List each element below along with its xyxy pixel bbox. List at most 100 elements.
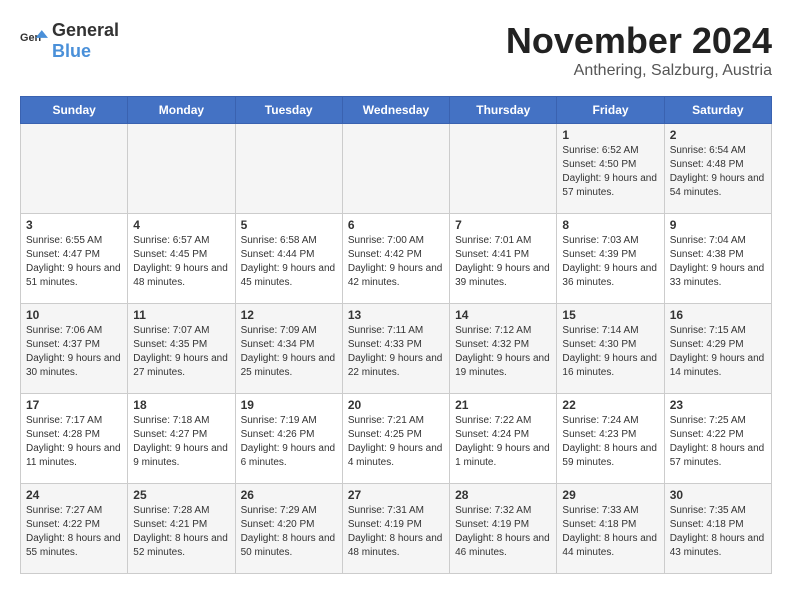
- day-number: 24: [26, 488, 122, 502]
- logo-blue: Blue: [52, 41, 91, 61]
- calendar-cell-w2d2: 12 Sunrise: 7:09 AM Sunset: 4:34 PM Dayli…: [235, 304, 342, 394]
- day-info: Sunrise: 7:06 AM Sunset: 4:37 PM Dayligh…: [26, 324, 122, 380]
- calendar-cell-w3d6: 23 Sunrise: 7:25 AM Sunset: 4:22 PM Dayli…: [664, 394, 771, 484]
- day-number: 11: [133, 308, 229, 322]
- column-header-wednesday: Wednesday: [342, 97, 449, 124]
- day-info: Sunrise: 7:01 AM Sunset: 4:41 PM Dayligh…: [455, 234, 551, 290]
- calendar-cell-w0d2: [235, 124, 342, 214]
- day-info: Sunrise: 7:24 AM Sunset: 4:23 PM Dayligh…: [562, 414, 658, 470]
- day-number: 22: [562, 398, 658, 412]
- day-number: 20: [348, 398, 444, 412]
- calendar-cell-w2d1: 11 Sunrise: 7:07 AM Sunset: 4:35 PM Dayli…: [128, 304, 235, 394]
- day-number: 7: [455, 218, 551, 232]
- day-number: 27: [348, 488, 444, 502]
- day-number: 1: [562, 128, 658, 142]
- day-info: Sunrise: 6:58 AM Sunset: 4:44 PM Dayligh…: [241, 234, 337, 290]
- calendar-cell-w1d5: 8 Sunrise: 7:03 AM Sunset: 4:39 PM Daylig…: [557, 214, 664, 304]
- title-area: November 2024 Anthering, Salzburg, Austr…: [506, 20, 772, 80]
- calendar-cell-w0d6: 2 Sunrise: 6:54 AM Sunset: 4:48 PM Daylig…: [664, 124, 771, 214]
- day-number: 18: [133, 398, 229, 412]
- column-header-thursday: Thursday: [450, 97, 557, 124]
- day-info: Sunrise: 7:35 AM Sunset: 4:18 PM Dayligh…: [670, 504, 766, 560]
- calendar-cell-w3d1: 18 Sunrise: 7:18 AM Sunset: 4:27 PM Dayli…: [128, 394, 235, 484]
- calendar-cell-w4d0: 24 Sunrise: 7:27 AM Sunset: 4:22 PM Dayli…: [21, 484, 128, 574]
- logo-icon: Gen: [20, 27, 48, 55]
- day-number: 6: [348, 218, 444, 232]
- logo-general: General: [52, 20, 119, 40]
- day-info: Sunrise: 7:18 AM Sunset: 4:27 PM Dayligh…: [133, 414, 229, 470]
- calendar-cell-w3d0: 17 Sunrise: 7:17 AM Sunset: 4:28 PM Dayli…: [21, 394, 128, 484]
- day-number: 19: [241, 398, 337, 412]
- day-info: Sunrise: 7:27 AM Sunset: 4:22 PM Dayligh…: [26, 504, 122, 560]
- day-info: Sunrise: 7:14 AM Sunset: 4:30 PM Dayligh…: [562, 324, 658, 380]
- day-info: Sunrise: 6:52 AM Sunset: 4:50 PM Dayligh…: [562, 144, 658, 200]
- day-info: Sunrise: 7:04 AM Sunset: 4:38 PM Dayligh…: [670, 234, 766, 290]
- day-number: 9: [670, 218, 766, 232]
- calendar-cell-w1d2: 5 Sunrise: 6:58 AM Sunset: 4:44 PM Daylig…: [235, 214, 342, 304]
- page-title: November 2024: [506, 20, 772, 62]
- day-number: 4: [133, 218, 229, 232]
- day-info: Sunrise: 7:25 AM Sunset: 4:22 PM Dayligh…: [670, 414, 766, 470]
- calendar-cell-w2d3: 13Sunrise: 7:11 AM Sunset: 4:33 PM Dayli…: [342, 304, 449, 394]
- day-number: 12: [241, 308, 337, 322]
- day-number: 23: [670, 398, 766, 412]
- calendar-cell-w3d5: 22 Sunrise: 7:24 AM Sunset: 4:23 PM Dayli…: [557, 394, 664, 484]
- calendar-cell-w2d6: 16 Sunrise: 7:15 AM Sunset: 4:29 PM Dayli…: [664, 304, 771, 394]
- calendar-cell-w1d1: 4 Sunrise: 6:57 AM Sunset: 4:45 PM Daylig…: [128, 214, 235, 304]
- calendar-cell-w0d1: [128, 124, 235, 214]
- day-number: 2: [670, 128, 766, 142]
- day-number: 25: [133, 488, 229, 502]
- calendar-cell-w2d4: 14Sunrise: 7:12 AM Sunset: 4:32 PM Dayli…: [450, 304, 557, 394]
- column-header-sunday: Sunday: [21, 97, 128, 124]
- calendar-cell-w3d2: 19 Sunrise: 7:19 AM Sunset: 4:26 PM Dayli…: [235, 394, 342, 484]
- day-info: Sunrise: 7:29 AM Sunset: 4:20 PM Dayligh…: [241, 504, 337, 560]
- day-number: 10: [26, 308, 122, 322]
- calendar-cell-w1d3: 6 Sunrise: 7:00 AM Sunset: 4:42 PM Daylig…: [342, 214, 449, 304]
- day-info: Sunrise: 7:19 AM Sunset: 4:26 PM Dayligh…: [241, 414, 337, 470]
- day-info: Sunrise: 7:15 AM Sunset: 4:29 PM Dayligh…: [670, 324, 766, 380]
- day-info: Sunrise: 7:00 AM Sunset: 4:42 PM Dayligh…: [348, 234, 444, 290]
- day-info: Sunrise: 7:22 AM Sunset: 4:24 PM Dayligh…: [455, 414, 551, 470]
- day-number: 21: [455, 398, 551, 412]
- day-info: Sunrise: 7:21 AM Sunset: 4:25 PM Dayligh…: [348, 414, 444, 470]
- day-info: Sunrise: 7:11 AM Sunset: 4:33 PM Dayligh…: [348, 324, 444, 380]
- column-header-monday: Monday: [128, 97, 235, 124]
- day-info: Sunrise: 6:57 AM Sunset: 4:45 PM Dayligh…: [133, 234, 229, 290]
- calendar-cell-w3d4: 21 Sunrise: 7:22 AM Sunset: 4:24 PM Dayli…: [450, 394, 557, 484]
- day-info: Sunrise: 6:55 AM Sunset: 4:47 PM Dayligh…: [26, 234, 122, 290]
- day-number: 30: [670, 488, 766, 502]
- day-info: Sunrise: 7:12 AM Sunset: 4:32 PM Dayligh…: [455, 324, 551, 380]
- calendar-cell-w2d0: 10 Sunrise: 7:06 AM Sunset: 4:37 PM Dayli…: [21, 304, 128, 394]
- calendar-cell-w4d2: 26 Sunrise: 7:29 AM Sunset: 4:20 PM Dayli…: [235, 484, 342, 574]
- day-number: 8: [562, 218, 658, 232]
- day-info: Sunrise: 7:09 AM Sunset: 4:34 PM Dayligh…: [241, 324, 337, 380]
- day-number: 3: [26, 218, 122, 232]
- calendar-table: SundayMondayTuesdayWednesdayThursdayFrid…: [20, 96, 772, 574]
- day-number: 29: [562, 488, 658, 502]
- day-info: Sunrise: 7:03 AM Sunset: 4:39 PM Dayligh…: [562, 234, 658, 290]
- calendar-cell-w2d5: 15 Sunrise: 7:14 AM Sunset: 4:30 PM Dayli…: [557, 304, 664, 394]
- header: Gen General Blue November 2024 Anthering…: [20, 20, 772, 80]
- day-info: Sunrise: 7:07 AM Sunset: 4:35 PM Dayligh…: [133, 324, 229, 380]
- day-info: Sunrise: 6:54 AM Sunset: 4:48 PM Dayligh…: [670, 144, 766, 200]
- day-number: 26: [241, 488, 337, 502]
- day-info: Sunrise: 7:17 AM Sunset: 4:28 PM Dayligh…: [26, 414, 122, 470]
- calendar-cell-w0d5: 1 Sunrise: 6:52 AM Sunset: 4:50 PM Daylig…: [557, 124, 664, 214]
- calendar-cell-w4d3: 27Sunrise: 7:31 AM Sunset: 4:19 PM Dayli…: [342, 484, 449, 574]
- calendar-cell-w4d4: 28 Sunrise: 7:32 AM Sunset: 4:19 PM Dayli…: [450, 484, 557, 574]
- day-number: 28: [455, 488, 551, 502]
- day-number: 17: [26, 398, 122, 412]
- day-info: Sunrise: 7:32 AM Sunset: 4:19 PM Dayligh…: [455, 504, 551, 560]
- day-number: 16: [670, 308, 766, 322]
- column-header-tuesday: Tuesday: [235, 97, 342, 124]
- svg-text:Gen: Gen: [20, 32, 41, 44]
- day-number: 5: [241, 218, 337, 232]
- day-number: 15: [562, 308, 658, 322]
- calendar-cell-w0d3: [342, 124, 449, 214]
- day-info: Sunrise: 7:28 AM Sunset: 4:21 PM Dayligh…: [133, 504, 229, 560]
- calendar-cell-w3d3: 20 Sunrise: 7:21 AM Sunset: 4:25 PM Dayli…: [342, 394, 449, 484]
- day-info: Sunrise: 7:33 AM Sunset: 4:18 PM Dayligh…: [562, 504, 658, 560]
- calendar-cell-w1d6: 9 Sunrise: 7:04 AM Sunset: 4:38 PM Daylig…: [664, 214, 771, 304]
- calendar-cell-w4d5: 29 Sunrise: 7:33 AM Sunset: 4:18 PM Dayli…: [557, 484, 664, 574]
- column-header-friday: Friday: [557, 97, 664, 124]
